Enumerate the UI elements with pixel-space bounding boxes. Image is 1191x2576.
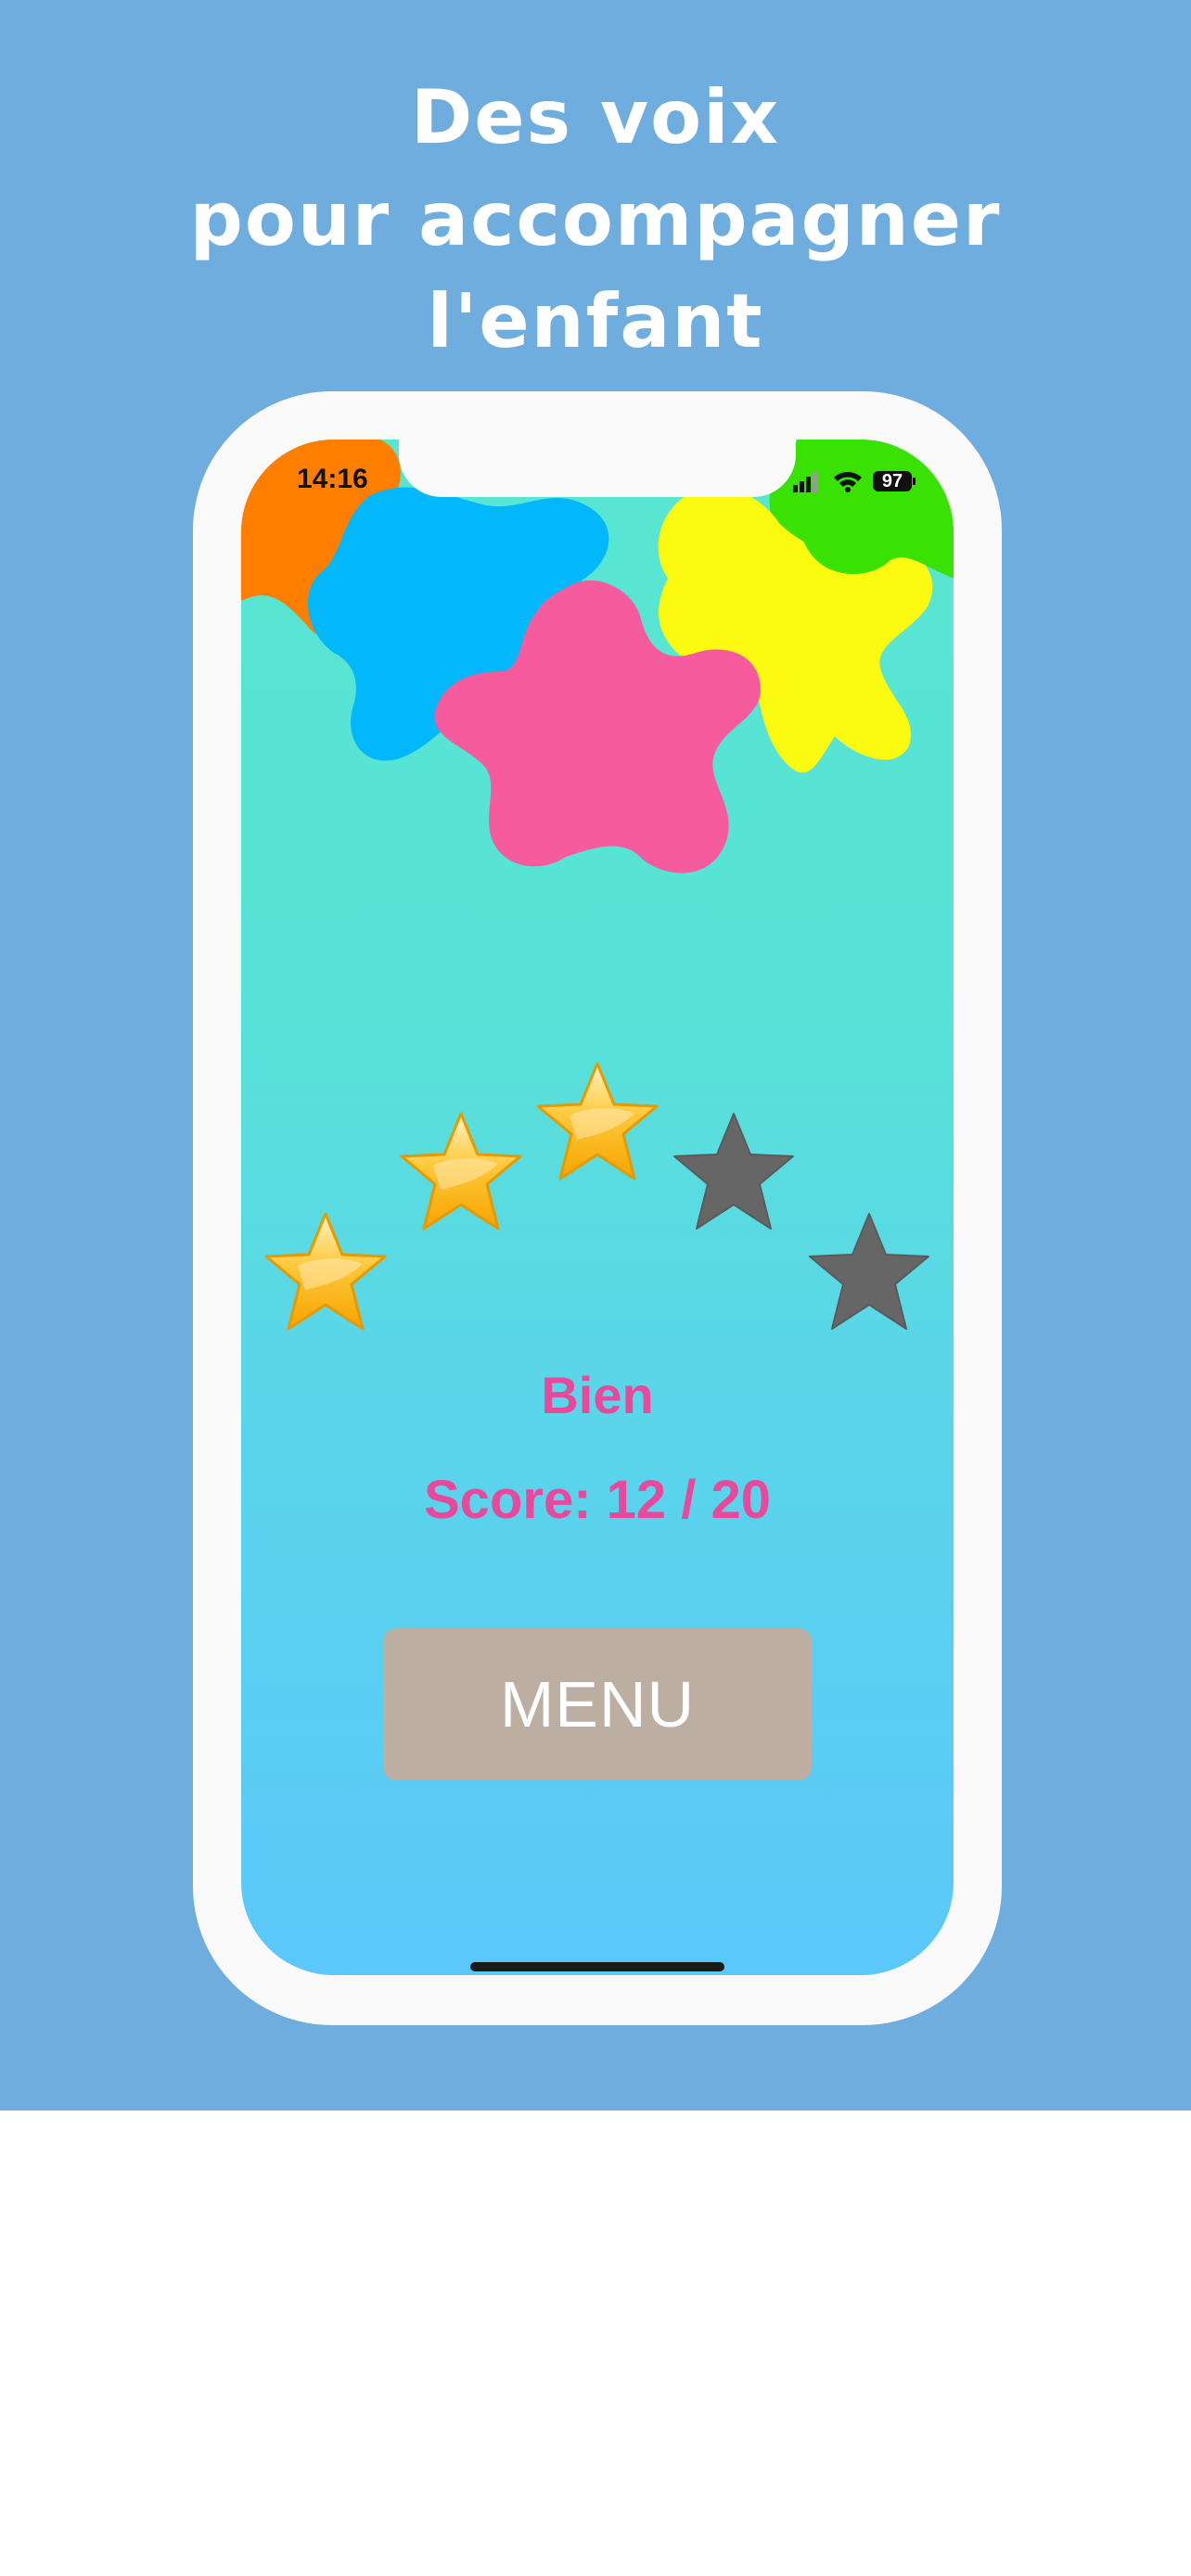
battery-level: 97 (882, 471, 903, 491)
star-filled-3 (532, 1060, 662, 1186)
status-icons: 97 (793, 471, 916, 492)
signal-icon (793, 472, 817, 492)
star-icon (400, 1112, 522, 1231)
battery-icon: 97 (873, 471, 916, 491)
headline-line-2: pour accompagner (189, 176, 1002, 262)
star-filled-2 (396, 1110, 526, 1236)
star-icon (264, 1212, 387, 1331)
star-icon (809, 1213, 929, 1330)
rating-label: Bien (541, 1366, 654, 1424)
star-icon (536, 1062, 659, 1180)
star-filled-1 (261, 1210, 391, 1336)
wifi-icon (834, 472, 862, 492)
home-indicator (470, 1962, 724, 1971)
star-empty-4 (669, 1110, 799, 1236)
phone-notch (399, 440, 796, 497)
status-time: 14:16 (297, 464, 368, 494)
menu-button[interactable]: MENU (383, 1628, 812, 1780)
score-text: Score: 12 / 20 (424, 1470, 771, 1530)
headline-line-3: l'enfant (427, 278, 764, 364)
star-empty-5 (804, 1210, 934, 1336)
headline-line-1: Des voix (410, 74, 781, 160)
menu-button-label: MENU (499, 1668, 696, 1741)
star-icon (673, 1113, 794, 1230)
